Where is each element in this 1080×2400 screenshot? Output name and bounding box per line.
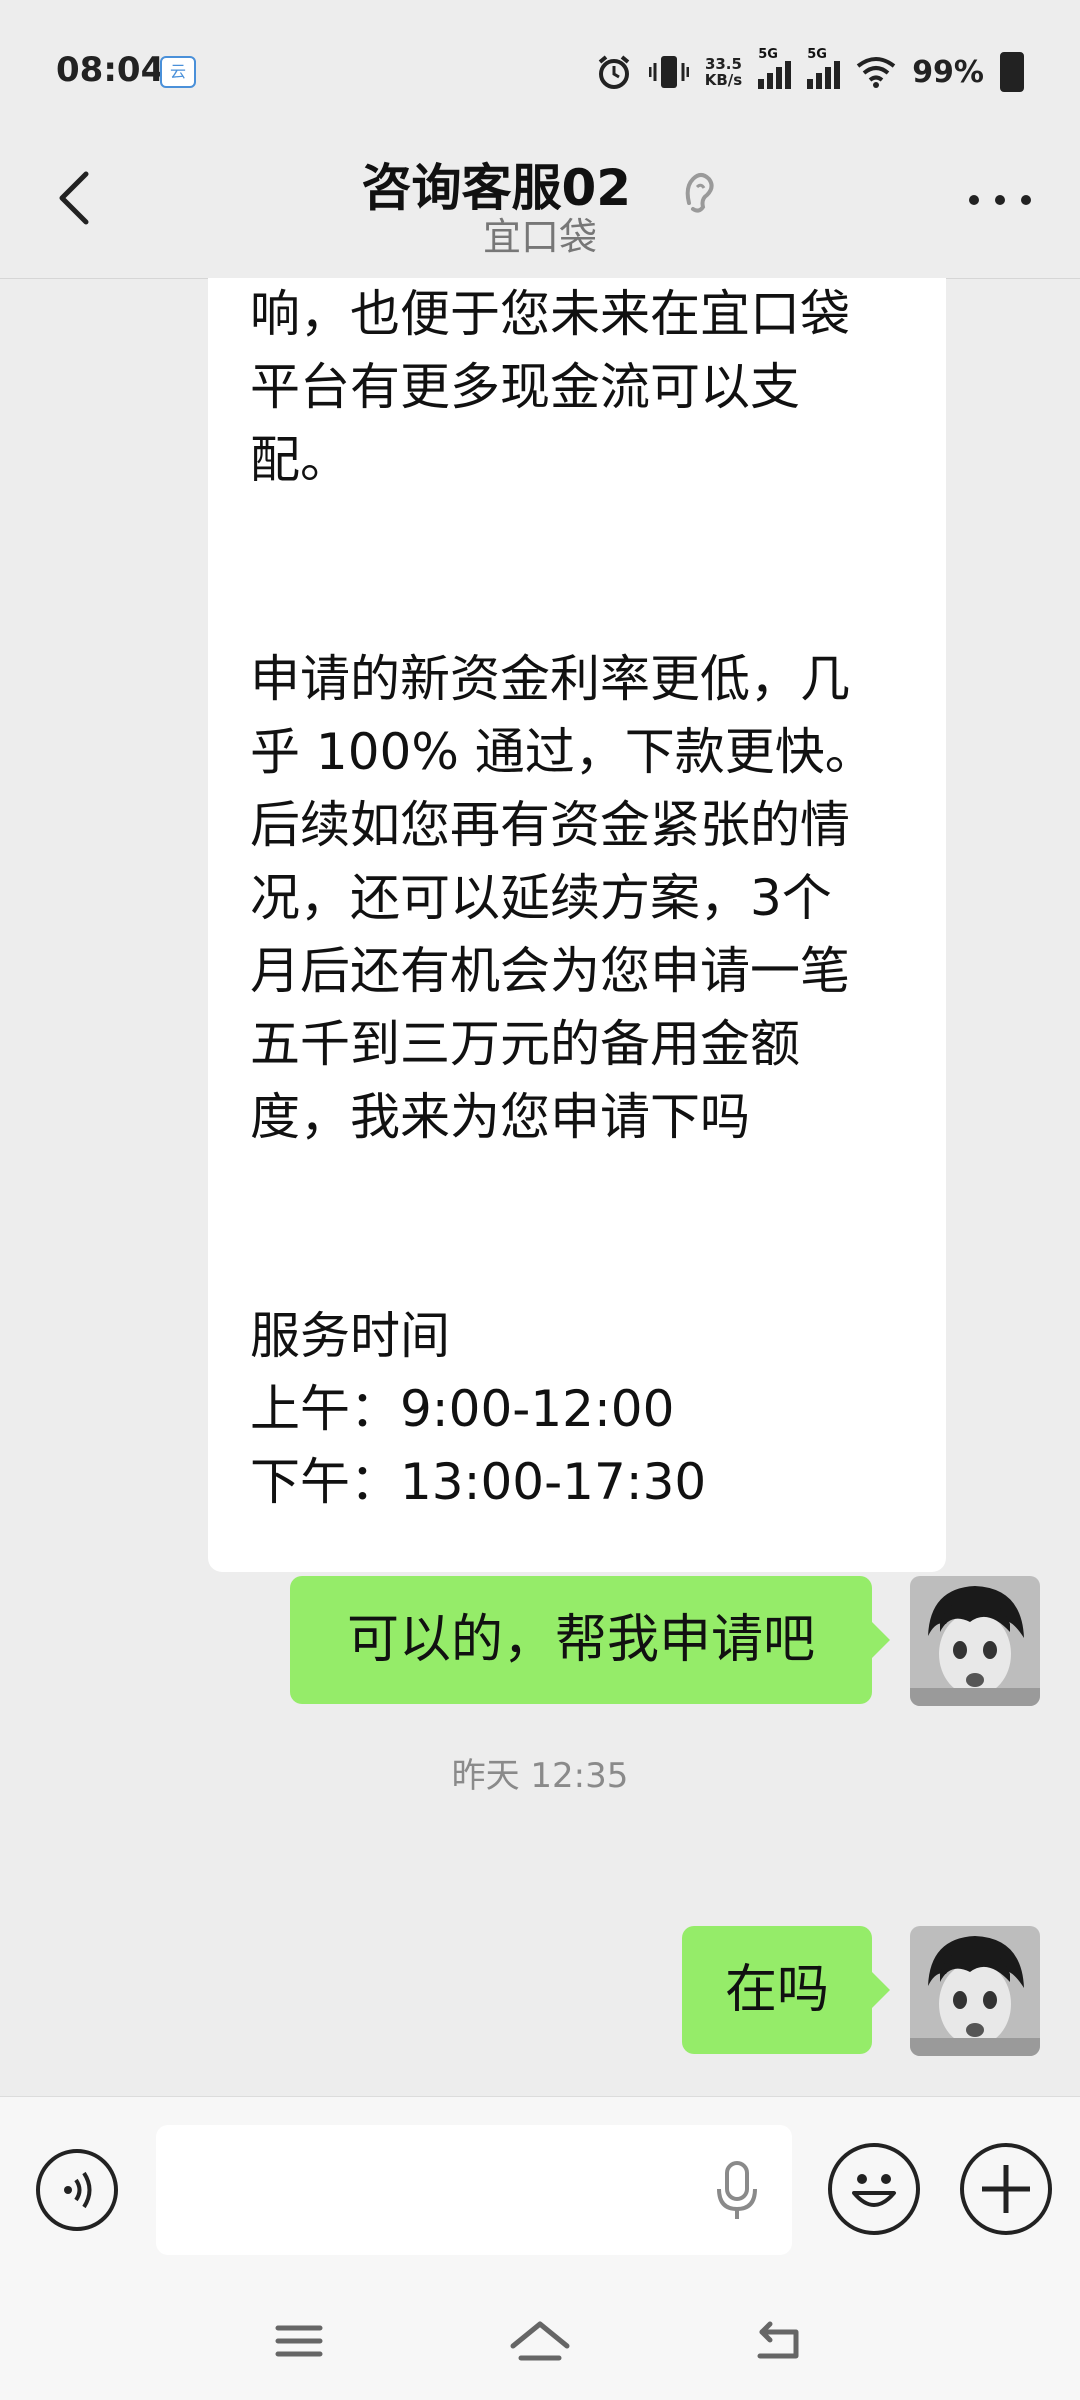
- signal-label-1: 5G: [758, 47, 778, 62]
- vibrate-icon: [648, 56, 689, 88]
- message-text-line: 后续如您再有资金紧张的情: [250, 796, 850, 854]
- message-text-line: 况，还可以延续方案，3个: [250, 869, 832, 927]
- network-speed-unit: KB/s: [704, 71, 743, 89]
- chat-messages[interactable]: 响，也便于您未来在宜口袋 平台有更多现金流可以支 配。申请的新资金利率更低，几乎 1…: [0, 278, 1080, 2096]
- avatar[interactable]: [910, 1576, 1040, 1706]
- home-icon[interactable]: [505, 2306, 575, 2376]
- chat-subtitle: 宜口袋: [482, 215, 597, 259]
- mic-icon[interactable]: [712, 2159, 762, 2223]
- chat-header: 咨询客服02 宜口袋: [0, 140, 1080, 279]
- message-text-line: 下午：13:00-17:30: [250, 1453, 707, 1511]
- signal-label-2: 5G: [807, 47, 827, 62]
- network-speed-value: 33.5: [704, 55, 742, 73]
- wifi-icon: [856, 57, 896, 88]
- plus-icon: [982, 2165, 1030, 2213]
- battery-percent: 99%: [912, 54, 984, 90]
- message-text-line: 五千到三万元的备用金额: [250, 1015, 800, 1073]
- menu-icon[interactable]: [264, 2306, 334, 2376]
- avatar[interactable]: [910, 1926, 1040, 2056]
- outgoing-message-bubble[interactable]: 可以的，帮我申请吧: [290, 1576, 890, 1704]
- message-text-line: 申请的新资金利率更低，几: [250, 650, 850, 708]
- voice-toggle-button[interactable]: [36, 2149, 118, 2231]
- emoji-button[interactable]: [828, 2143, 920, 2235]
- message-text-line: 配。: [250, 431, 350, 489]
- message-text-line: 上午：9:00-12:00: [250, 1380, 675, 1438]
- message-text-line: 平台有更多现金流可以支: [250, 358, 800, 416]
- back-nav-icon[interactable]: [746, 2306, 816, 2376]
- status-bar: 08:04 云 33.5 KB/s 5G 5G 99%: [0, 0, 1080, 140]
- network-speed: 33.5 KB/s: [705, 56, 742, 88]
- alarm-icon: [598, 55, 629, 89]
- outgoing-message-bubble[interactable]: 在吗: [682, 1926, 890, 2054]
- voice-icon: [64, 2171, 92, 2209]
- message-timestamp: 昨天 12:35: [451, 1756, 629, 1796]
- cloud-badge-icon: 云: [160, 56, 196, 88]
- input-bar: [0, 2096, 1080, 2287]
- signal-5g-2-icon: 5G: [807, 47, 841, 89]
- message-text-line: 响，也便于您未来在宜口袋: [250, 285, 850, 343]
- message-text-line: 乎 100% 通过，下款更快。: [250, 723, 875, 781]
- system-navigation-bar: [0, 2286, 1080, 2400]
- message-text-line: 度，我来为您申请下吗: [250, 1088, 750, 1146]
- message-input[interactable]: [156, 2125, 792, 2255]
- more-icon[interactable]: [960, 180, 1040, 220]
- avatar-image: [910, 1576, 1040, 1706]
- message-text-line: 月后还有机会为您申请一笔: [250, 942, 850, 1000]
- battery-icon: [1000, 52, 1024, 92]
- incoming-message-bubble[interactable]: 响，也便于您未来在宜口袋 平台有更多现金流可以支 配。申请的新资金利率更低，几乎 1…: [208, 278, 946, 1572]
- status-right-group: 33.5 KB/s 5G 5G 99%: [595, 44, 1024, 100]
- status-time: 08:04: [56, 50, 165, 90]
- signal-5g-1-icon: 5G: [758, 47, 792, 89]
- avatar-image: [910, 1926, 1040, 2056]
- message-text-line: 服务时间: [250, 1307, 450, 1365]
- more-functions-button[interactable]: [960, 2143, 1052, 2235]
- emoji-icon: [852, 2174, 896, 2207]
